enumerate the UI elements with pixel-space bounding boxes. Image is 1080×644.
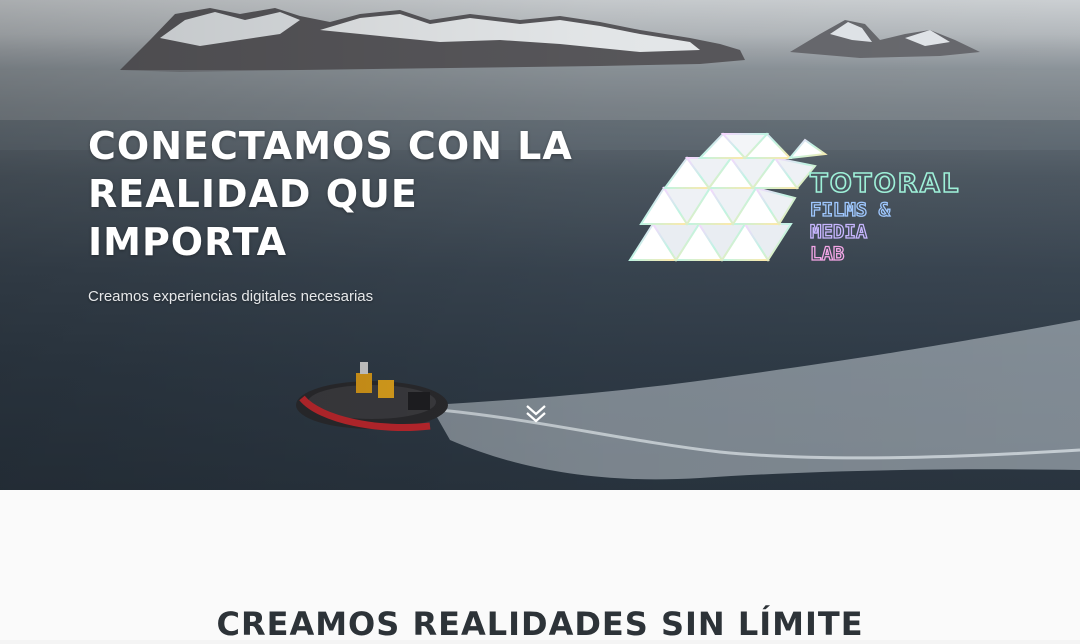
hero-section: CONECTAMOS CON LA REALIDAD QUE IMPORTA C… [0,0,1080,490]
hero-subtitle: Creamos experiencias digitales necesaria… [88,288,374,305]
hero-headline-line-2: REALIDAD QUE [88,172,418,216]
hero-headline-line-3: IMPORTA [88,220,288,264]
totoral-logo: TOTORAL FILMS & MEDIA LAB [628,132,960,266]
logo-subtitle-line-1: FILMS & [810,199,891,221]
section-title: CREAMOS REALIDADES SIN LÍMITE [216,605,864,643]
hero-headline-line-1: CONECTAMOS CON LA [88,124,573,168]
logo-subtitle-line-3: LAB [810,243,844,265]
logo-title-line: TOTORAL [810,169,960,199]
logo-subtitle-line-2: MEDIA [810,221,868,243]
double-chevron-down-icon[interactable] [524,402,548,426]
hero-headline: CONECTAMOS CON LA REALIDAD QUE IMPORTA [88,122,608,266]
dome-icon [628,132,828,262]
